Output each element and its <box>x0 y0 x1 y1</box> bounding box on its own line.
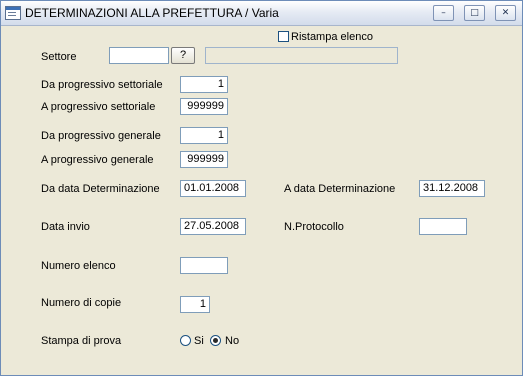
settore-description-field <box>205 47 398 64</box>
a-data-determinazione-label: A data Determinazione <box>284 183 396 195</box>
numero-elenco-label: Numero elenco <box>41 260 116 272</box>
minimize-icon: – <box>441 8 446 18</box>
protocollo-input[interactable] <box>419 218 467 235</box>
ristampa-elenco-checkbox[interactable] <box>278 31 289 42</box>
report-window: DETERMINAZIONI ALLA PREFETTURA / Varia –… <box>0 0 523 376</box>
da-progressivo-settoriale-label: Da progressivo settoriale <box>41 79 163 91</box>
form-body: Ristampa elenco Settore ? Da progressivo… <box>1 26 522 375</box>
numero-elenco-input[interactable] <box>180 257 228 274</box>
da-data-determinazione-label: Da data Determinazione <box>41 183 160 195</box>
close-icon: ✕ <box>501 8 510 18</box>
a-progressivo-settoriale-input[interactable]: 999999 <box>180 98 228 115</box>
a-data-determinazione-input[interactable]: 31.12.2008 <box>419 180 485 197</box>
da-progressivo-generale-label: Da progressivo generale <box>41 130 161 142</box>
a-progressivo-generale-input[interactable]: 999999 <box>180 151 228 168</box>
da-progressivo-settoriale-input[interactable]: 1 <box>180 76 228 93</box>
settore-label: Settore <box>41 51 77 63</box>
settore-lookup-button[interactable]: ? <box>171 47 195 64</box>
ristampa-elenco-label[interactable]: Ristampa elenco <box>291 30 373 44</box>
data-invio-label: Data invio <box>41 221 90 233</box>
stampa-prova-si-radio[interactable] <box>180 335 191 346</box>
numero-copie-label: Numero di copie <box>41 297 122 309</box>
data-invio-input[interactable]: 27.05.2008 <box>180 218 246 235</box>
a-progressivo-settoriale-label: A progressivo settoriale <box>41 101 156 113</box>
window-title: DETERMINAZIONI ALLA PREFETTURA / Varia <box>25 6 279 20</box>
da-progressivo-generale-input[interactable]: 1 <box>180 127 228 144</box>
stampa-prova-no-label[interactable]: No <box>225 334 239 348</box>
numero-copie-input[interactable]: 1 <box>180 296 210 313</box>
maximize-icon: □ <box>470 8 479 18</box>
da-data-determinazione-input[interactable]: 01.01.2008 <box>180 180 246 197</box>
title-bar[interactable]: DETERMINAZIONI ALLA PREFETTURA / Varia –… <box>1 1 522 26</box>
a-progressivo-generale-label: A progressivo generale <box>41 154 154 166</box>
maximize-button[interactable]: □ <box>464 5 485 21</box>
stampa-prova-no-radio[interactable] <box>210 335 221 346</box>
window-form-icon <box>5 6 21 20</box>
stampa-prova-si-label[interactable]: Si <box>194 334 204 348</box>
settore-input[interactable] <box>109 47 169 64</box>
minimize-button[interactable]: – <box>433 5 454 21</box>
stampa-prova-label: Stampa di prova <box>41 335 122 347</box>
close-button[interactable]: ✕ <box>495 5 516 21</box>
protocollo-label: N.Protocollo <box>284 221 344 233</box>
